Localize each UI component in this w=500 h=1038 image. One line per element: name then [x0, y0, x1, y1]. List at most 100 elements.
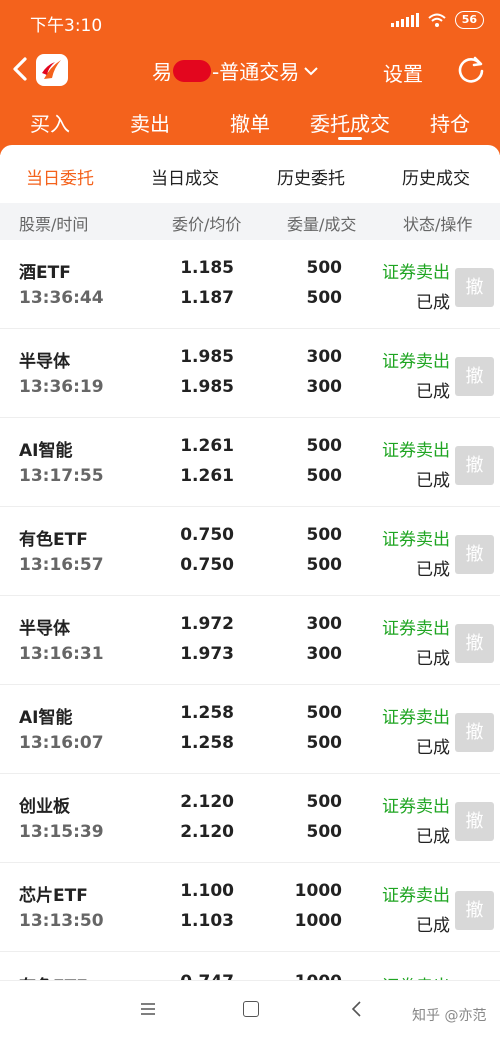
cancel-button[interactable]: 撤 [455, 713, 494, 752]
tab-buy[interactable]: 买入 [30, 108, 70, 137]
stock-name: AI智能 [19, 441, 73, 461]
tab-orders-trades[interactable]: 委托成交 [310, 108, 390, 137]
order-type: 证券卖出 [382, 441, 450, 461]
top-bar: 下午3:10 56 易 -普通交易 设置 买入 卖出 撤单 委托成交 持仓 [0, 0, 500, 155]
stock-name: 有色ETF [19, 530, 88, 550]
order-price: 2.120 [180, 792, 234, 812]
table-row[interactable]: 半导体 13:16:31 1.972 1.973 300 300 证券卖出 已成… [0, 596, 500, 685]
status-bar: 下午3:10 56 [0, 0, 500, 42]
home-icon[interactable] [243, 1001, 259, 1017]
order-type: 证券卖出 [382, 263, 450, 283]
table-row[interactable]: 半导体 13:36:19 1.985 1.985 300 300 证券卖出 已成… [0, 329, 500, 418]
order-status: 已成 [416, 560, 450, 580]
order-qty: 500 [306, 792, 343, 812]
battery-indicator: 56 [454, 11, 484, 29]
avg-price: 1.261 [180, 466, 234, 486]
filled-qty: 500 [306, 288, 343, 308]
filled-qty: 500 [306, 466, 343, 486]
order-price: 1.258 [180, 703, 234, 723]
order-type: 证券卖出 [382, 797, 450, 817]
avg-price: 2.120 [180, 822, 234, 842]
tab-positions[interactable]: 持仓 [430, 108, 470, 137]
stock-name: 酒ETF [19, 263, 71, 283]
order-qty: 1000 [295, 972, 342, 980]
stock-name: 半导体 [19, 352, 70, 372]
order-price: 1.185 [180, 258, 234, 278]
table-row[interactable]: 创业板 13:15:39 2.120 2.120 500 500 证券卖出 已成… [0, 774, 500, 863]
status-icons: 56 [390, 11, 484, 29]
signal-icon [390, 13, 419, 27]
refresh-icon[interactable] [456, 54, 486, 84]
subtab-history-orders[interactable]: 历史委托 [277, 164, 345, 189]
stock-name: 芯片ETF [19, 886, 88, 906]
cancel-button[interactable]: 撤 [455, 624, 494, 663]
col-stock-time: 股票/时间 [19, 215, 89, 234]
filled-qty: 300 [306, 644, 343, 664]
order-qty: 500 [306, 436, 343, 456]
subtab-today-trades[interactable]: 当日成交 [151, 164, 219, 189]
order-qty: 500 [306, 258, 343, 278]
filled-qty: 500 [306, 555, 343, 575]
settings-button[interactable]: 设置 [383, 58, 423, 87]
avg-price: 0.750 [180, 555, 234, 575]
order-time: 13:16:57 [19, 555, 104, 575]
cancel-button[interactable]: 撤 [455, 535, 494, 574]
column-header: 股票/时间 委价/均价 委量/成交 状态/操作 [0, 203, 500, 240]
order-price: 1.261 [180, 436, 234, 456]
order-time: 13:16:07 [19, 733, 104, 753]
content-card: 当日委托 当日成交 历史委托 历史成交 股票/时间 委价/均价 委量/成交 状态… [0, 145, 500, 980]
subtab-today-orders[interactable]: 当日委托 [26, 164, 94, 189]
order-status: 已成 [416, 293, 450, 313]
order-list: 酒ETF 13:36:44 1.185 1.187 500 500 证券卖出 已… [0, 240, 500, 980]
order-type: 证券卖出 [382, 972, 450, 980]
tab-cancel-order[interactable]: 撤单 [230, 108, 270, 137]
order-status: 已成 [416, 738, 450, 758]
table-row[interactable]: 芯片ETF 13:13:50 1.100 1.103 1000 1000 证券卖… [0, 863, 500, 952]
cancel-button[interactable]: 撤 [455, 268, 494, 307]
table-row[interactable]: 酒ETF 13:36:44 1.185 1.187 500 500 证券卖出 已… [0, 240, 500, 329]
col-price-avg: 委价/均价 [172, 215, 242, 234]
redaction-mark [173, 59, 211, 82]
filled-qty: 1000 [294, 911, 342, 931]
avg-price: 1.187 [180, 288, 234, 308]
menu-icon[interactable] [140, 1002, 156, 1016]
table-row[interactable]: 有色ETF 13:16:57 0.750 0.750 500 500 证券卖出 … [0, 507, 500, 596]
order-price: 0.747 [180, 972, 234, 980]
filled-qty: 300 [306, 377, 343, 397]
col-qty-filled: 委量/成交 [287, 215, 357, 234]
order-price: 0.750 [180, 525, 234, 545]
app-logo-icon [36, 54, 68, 86]
avg-price: 1.973 [180, 644, 234, 664]
order-time: 13:36:19 [19, 377, 104, 397]
order-time: 13:17:55 [19, 466, 104, 486]
wifi-icon [428, 13, 446, 27]
table-row[interactable]: AI智能 13:16:07 1.258 1.258 500 500 证券卖出 已… [0, 685, 500, 774]
status-time: 下午3:10 [30, 16, 103, 36]
stock-name: 创业板 [19, 797, 70, 817]
col-status-action: 状态/操作 [403, 215, 473, 234]
tab-sell[interactable]: 卖出 [130, 108, 170, 137]
cancel-button[interactable]: 撤 [455, 446, 494, 485]
order-qty: 300 [306, 347, 343, 367]
main-tabs: 买入 卖出 撤单 委托成交 持仓 [0, 96, 500, 152]
active-tab-indicator [338, 137, 362, 140]
cancel-button[interactable]: 撤 [455, 802, 494, 841]
account-selector[interactable]: 易 -普通交易 [152, 56, 319, 85]
chevron-down-icon [304, 66, 318, 75]
order-type: 证券卖出 [382, 619, 450, 639]
watermark: 知乎 @亦范 [412, 1008, 487, 1024]
sub-tabs: 当日委托 当日成交 历史委托 历史成交 [0, 145, 500, 203]
table-row[interactable]: AI智能 13:17:55 1.261 1.261 500 500 证券卖出 已… [0, 418, 500, 507]
avg-price: 1.985 [180, 377, 234, 397]
filled-qty: 500 [306, 822, 343, 842]
nav-back-icon[interactable] [350, 1000, 362, 1018]
table-row-partial[interactable]: 有色ETF 0.747 1000 证券卖出 [0, 952, 500, 980]
back-icon[interactable] [8, 54, 34, 84]
cancel-button[interactable]: 撤 [455, 357, 494, 396]
order-time: 13:16:31 [19, 644, 104, 664]
order-price: 1.985 [180, 347, 234, 367]
subtab-history-trades[interactable]: 历史成交 [402, 164, 470, 189]
cancel-button[interactable]: 撤 [455, 891, 494, 930]
order-status: 已成 [416, 471, 450, 491]
order-price: 1.100 [180, 881, 234, 901]
